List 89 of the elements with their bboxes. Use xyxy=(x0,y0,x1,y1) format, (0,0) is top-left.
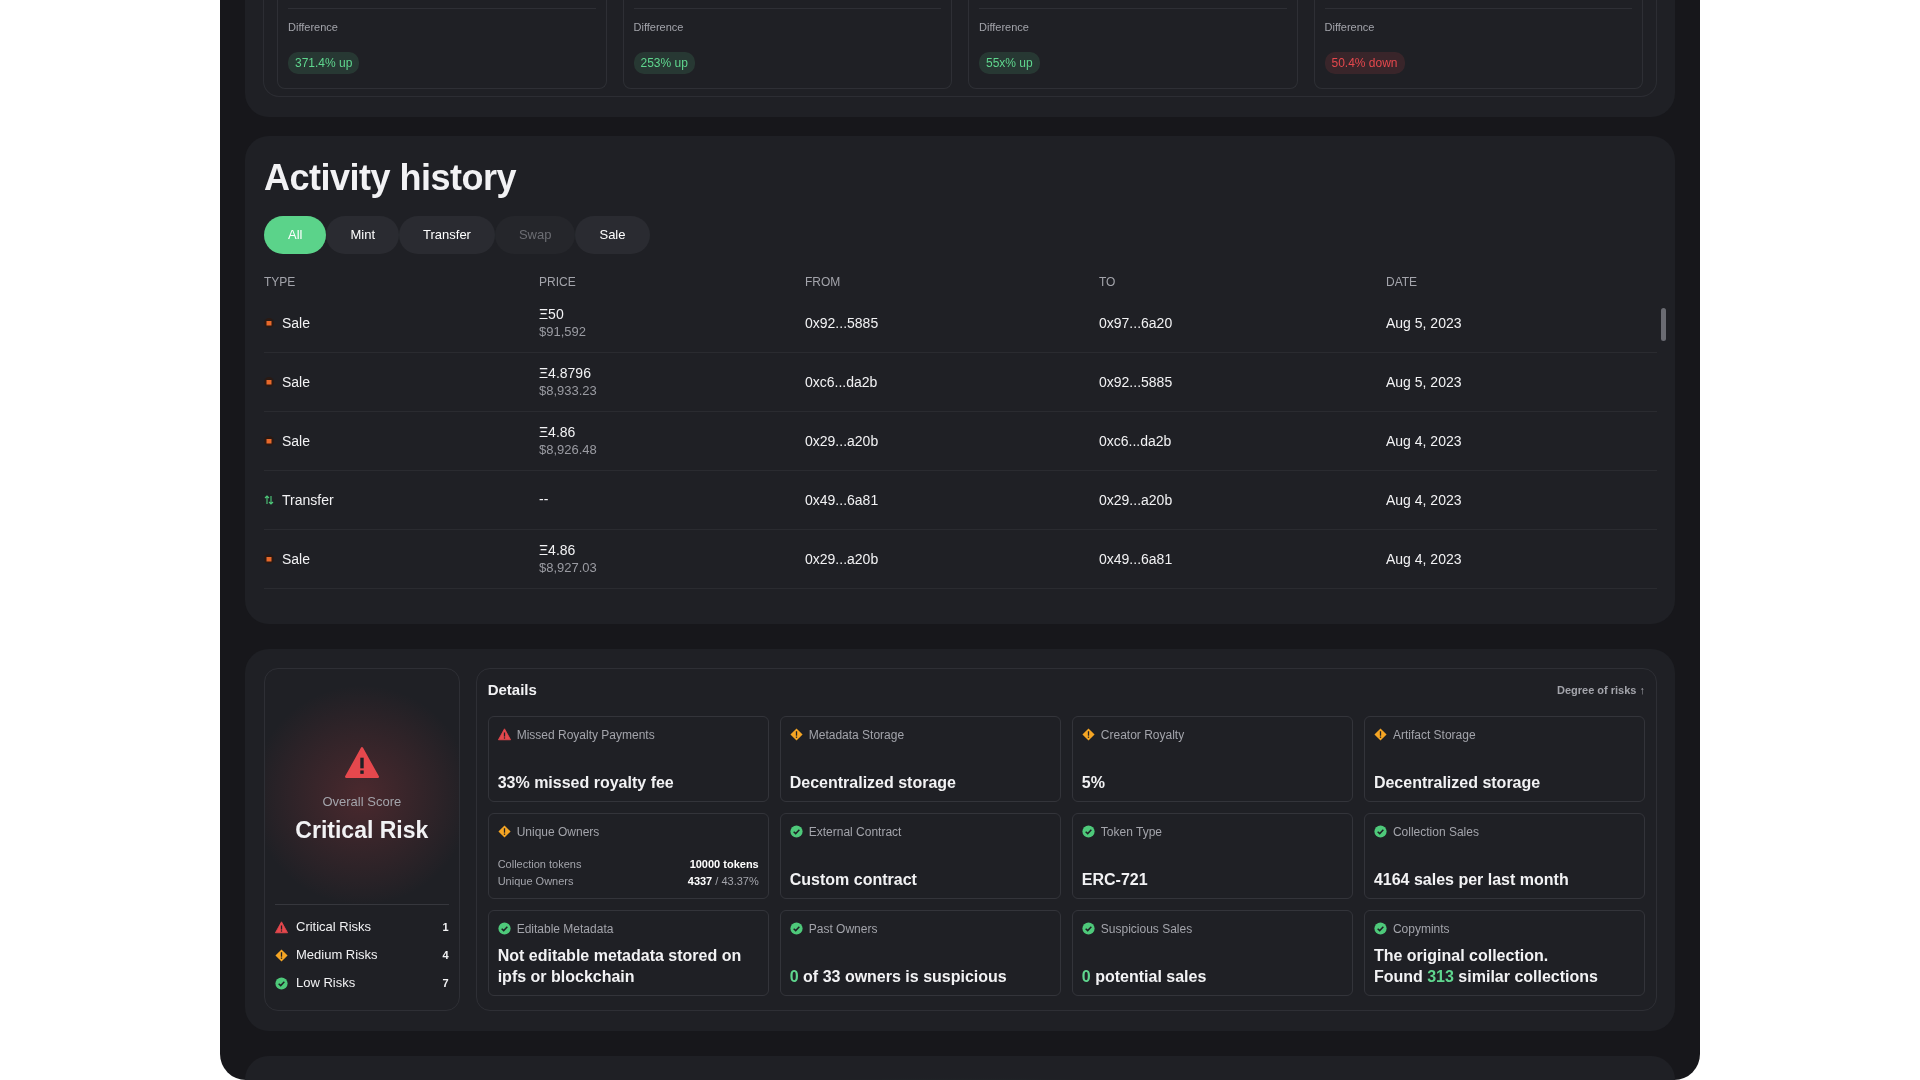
score-value: Critical Risk xyxy=(295,816,429,845)
eth-price: Ξ4.86 xyxy=(539,424,577,442)
tile-title: Creator Royalty xyxy=(1100,726,1185,744)
sort-toggle[interactable]: Degree of risks ↑ xyxy=(1556,682,1645,699)
eth-price: -- xyxy=(539,491,550,509)
filter-tab[interactable]: Mint xyxy=(326,216,399,254)
tile-title: Artifact Storage xyxy=(1392,726,1476,744)
filter-tab[interactable]: Transfer xyxy=(399,216,495,254)
stat-label: Collection tokens xyxy=(497,856,582,872)
address-text: 0xc6...da2b xyxy=(1099,431,1173,451)
stat-label: Unique Owners xyxy=(497,873,574,889)
date-text: Aug 5, 2023 xyxy=(1386,372,1463,392)
column-header: DATE xyxy=(1386,274,1419,291)
column-header: TO xyxy=(1099,274,1117,291)
up-down-arrows-icon xyxy=(264,495,274,505)
change-badge: 50.4% down xyxy=(1324,51,1405,74)
section-title: Activity history xyxy=(264,156,518,200)
risk-level-label: Low Risks xyxy=(296,974,357,993)
sale-icon xyxy=(264,377,274,387)
stat-label: Difference xyxy=(288,20,339,35)
address-text: 0x29...a20b xyxy=(1099,490,1174,510)
tile-value: ERC-721 xyxy=(1081,869,1149,890)
risk-count: 7 xyxy=(442,975,449,991)
usd-price: $8,926.48 xyxy=(539,441,598,458)
tile-title: Unique Owners xyxy=(516,823,600,841)
tile-value: Decentralized storage xyxy=(1373,772,1542,793)
risk-level-label: Medium Risks xyxy=(296,946,379,965)
tile-title: Missed Royalty Payments xyxy=(516,726,655,744)
risk-count: 1 xyxy=(442,919,449,935)
filter-tab[interactable]: Sale xyxy=(575,216,650,254)
tile-value: Custom contract xyxy=(789,869,918,890)
sale-icon xyxy=(264,436,274,446)
sale-icon xyxy=(264,318,274,328)
tile-title: Suspicious Sales xyxy=(1100,920,1193,938)
scrollbar-thumb[interactable] xyxy=(1661,308,1666,341)
date-text: Aug 4, 2023 xyxy=(1386,549,1463,569)
details-title: Details xyxy=(487,680,537,700)
address-text: 0x49...6a81 xyxy=(1099,549,1174,569)
stat-label: Difference xyxy=(979,20,1030,35)
date-text: Aug 5, 2023 xyxy=(1386,313,1463,333)
eth-price: Ξ4.86 xyxy=(539,542,577,560)
type-text: Sale xyxy=(282,372,311,392)
address-text: 0x92...5885 xyxy=(1099,372,1174,392)
type-text: Sale xyxy=(282,431,311,451)
tile-value: 4164 sales per last month xyxy=(1373,869,1570,890)
stat-label: Difference xyxy=(633,20,685,35)
tile-value: 5% xyxy=(1081,772,1106,793)
address-text: 0x92...5885 xyxy=(805,313,880,333)
type-text: Transfer xyxy=(282,490,334,510)
tile-value: The original collection. Found 313 similar collections xyxy=(1373,945,1599,987)
usd-price: $8,933.23 xyxy=(539,382,598,399)
stat-value: 4337 / 43.37% xyxy=(687,873,759,889)
eth-price: Ξ50 xyxy=(539,306,565,324)
usd-price: $91,592 xyxy=(539,323,587,340)
risk-level-label: Critical Risks xyxy=(296,918,373,937)
stat-label: Difference xyxy=(1324,20,1376,35)
tile-value: 33% missed royalty fee xyxy=(497,772,675,793)
tile-title: Editable Metadata xyxy=(516,920,614,938)
date-text: Aug 4, 2023 xyxy=(1386,431,1463,451)
type-text: Sale xyxy=(282,549,311,569)
usd-price: $8,927.03 xyxy=(539,559,598,576)
column-header: PRICE xyxy=(539,274,577,291)
tile-value: 0 of 33 owners is suspicious xyxy=(789,966,1008,987)
column-header: FROM xyxy=(805,274,842,291)
tile-value: 0 potential sales xyxy=(1081,966,1208,987)
tile-title: Collection Sales xyxy=(1392,823,1479,841)
risk-count: 4 xyxy=(442,947,449,963)
address-text: 0xc6...da2b xyxy=(805,372,879,392)
type-text: Sale xyxy=(282,313,311,333)
change-badge: 55x% up xyxy=(979,51,1040,74)
tile-title: Past Owners xyxy=(808,920,878,938)
tile-title: Metadata Storage xyxy=(808,726,905,744)
stat-value: 10000 tokens xyxy=(689,856,759,872)
eth-price: Ξ4.8796 xyxy=(539,365,592,383)
address-text: 0x29...a20b xyxy=(805,549,880,569)
date-text: Aug 4, 2023 xyxy=(1386,490,1463,510)
tile-value: Not editable metadata stored on ipfs or blockchain xyxy=(497,945,743,987)
score-label: Overall Score xyxy=(322,792,402,811)
tile-title: Token Type xyxy=(1100,823,1162,841)
address-text: 0x49...6a81 xyxy=(805,490,880,510)
column-header: TYPE xyxy=(264,274,297,291)
address-text: 0x97...6a20 xyxy=(1099,313,1174,333)
change-badge: 253% up xyxy=(633,51,695,74)
change-badge: 371.4% up xyxy=(288,51,360,74)
tile-title: External Contract xyxy=(808,823,902,841)
address-text: 0x29...a20b xyxy=(805,431,880,451)
tile-value: Decentralized storage xyxy=(789,772,957,793)
sale-icon xyxy=(264,554,274,564)
tile-title: Copymints xyxy=(1392,920,1450,938)
